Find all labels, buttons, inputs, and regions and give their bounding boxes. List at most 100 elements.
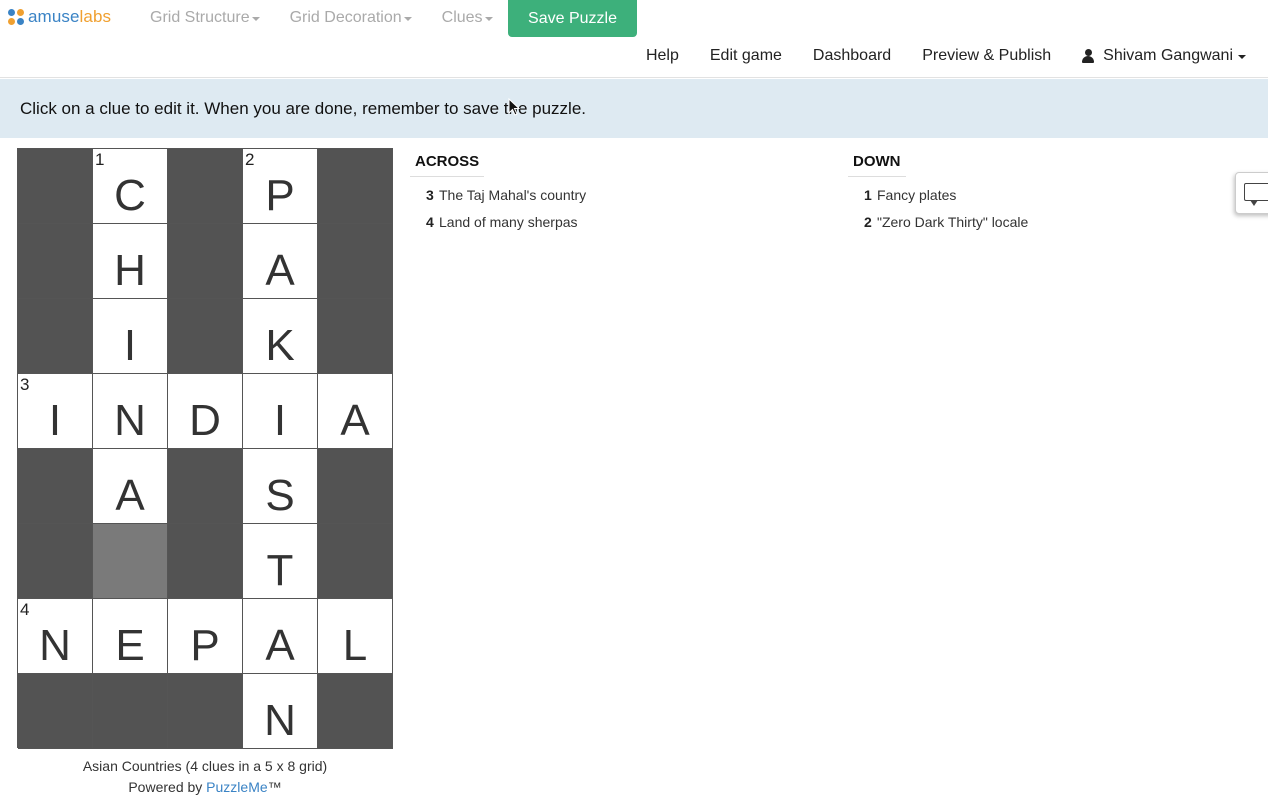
cell-letter: N bbox=[39, 621, 71, 670]
black-square[interactable] bbox=[318, 149, 393, 224]
black-square[interactable] bbox=[168, 674, 243, 749]
cell-letter: P bbox=[190, 621, 220, 670]
cell-letter: T bbox=[266, 546, 294, 595]
grid-cell[interactable]: I bbox=[243, 374, 318, 449]
black-square[interactable] bbox=[18, 449, 93, 524]
user-menu[interactable]: Shivam Gangwani bbox=[1082, 47, 1246, 65]
grid-caption: Asian Countries (4 clues in a 5 x 8 grid… bbox=[17, 756, 393, 798]
top-bar: amuselabs Grid Structure Grid Decoration… bbox=[0, 0, 1268, 78]
user-name: Shivam Gangwani bbox=[1103, 47, 1233, 64]
dashboard-link[interactable]: Dashboard bbox=[813, 47, 891, 65]
clues-dropdown[interactable]: Clues bbox=[442, 9, 493, 27]
preview-publish-link[interactable]: Preview & Publish bbox=[922, 47, 1051, 65]
clue-text: Land of many sherpas bbox=[439, 214, 578, 230]
clue-number: 1 bbox=[864, 187, 872, 203]
black-square[interactable] bbox=[318, 299, 393, 374]
grid-cell[interactable]: 1C bbox=[93, 149, 168, 224]
across-clues-panel: ACROSS 3 The Taj Mahal's country 4 Land of… bbox=[410, 148, 830, 241]
grid-cell[interactable]: P bbox=[168, 599, 243, 674]
cell-letter: A bbox=[265, 246, 295, 295]
cell-letter: H bbox=[114, 246, 146, 295]
clue-item[interactable]: 3 The Taj Mahal's country bbox=[410, 187, 830, 214]
cell-number: 2 bbox=[245, 150, 255, 169]
grid-cell[interactable]: A bbox=[93, 449, 168, 524]
black-square[interactable] bbox=[18, 674, 93, 749]
down-clue-list: 1 Fancy plates 2 "Zero Dark Thirty" locale bbox=[848, 187, 1228, 241]
cell-letter: A bbox=[265, 621, 295, 670]
grid-cell[interactable]: L bbox=[318, 599, 393, 674]
cell-letter: C bbox=[114, 171, 146, 220]
cell-letter: E bbox=[115, 621, 145, 670]
chevron-down-icon bbox=[251, 17, 260, 21]
clue-number: 3 bbox=[426, 187, 434, 203]
black-square[interactable] bbox=[168, 449, 243, 524]
black-square[interactable] bbox=[168, 524, 243, 599]
feedback-tab[interactable] bbox=[1235, 172, 1268, 214]
grid-cell[interactable]: S bbox=[243, 449, 318, 524]
right-nav: Help Edit game Dashboard Preview & Publi… bbox=[646, 44, 1268, 68]
cell-letter: I bbox=[273, 396, 287, 445]
logo-mark-icon bbox=[8, 8, 25, 26]
black-square[interactable] bbox=[18, 224, 93, 299]
black-square[interactable] bbox=[318, 524, 393, 599]
grid-cell[interactable]: D bbox=[168, 374, 243, 449]
cell-letter: I bbox=[48, 396, 62, 445]
cell-number: 1 bbox=[95, 150, 105, 169]
down-clues-panel: DOWN 1 Fancy plates 2 "Zero Dark Thirty" l… bbox=[848, 148, 1228, 241]
save-puzzle-button[interactable]: Save Puzzle bbox=[508, 0, 637, 37]
top-menu: Grid Structure Grid Decoration Clues bbox=[150, 0, 523, 36]
amuselabs-logo[interactable]: amuselabs bbox=[8, 6, 111, 28]
grid-cell[interactable]: 3I bbox=[18, 374, 93, 449]
cell-letter: S bbox=[265, 471, 295, 520]
grid-cell[interactable]: A bbox=[318, 374, 393, 449]
user-icon bbox=[1082, 49, 1095, 63]
crossword-grid: 1C2PHAIK3INDIAAST4NEPALN bbox=[17, 148, 393, 749]
black-square[interactable] bbox=[318, 224, 393, 299]
grid-cell[interactable]: K bbox=[243, 299, 318, 374]
grid-cell[interactable]: N bbox=[93, 374, 168, 449]
edit-game-link[interactable]: Edit game bbox=[710, 47, 782, 65]
grid-cell[interactable]: E bbox=[93, 599, 168, 674]
puzzleme-link[interactable]: PuzzleMe bbox=[206, 779, 267, 795]
mouse-pointer-icon bbox=[508, 98, 520, 116]
black-square[interactable] bbox=[168, 224, 243, 299]
grid-cell[interactable]: A bbox=[243, 224, 318, 299]
cell-letter: A bbox=[340, 396, 370, 445]
chat-bubble-icon bbox=[1244, 183, 1268, 201]
black-square[interactable] bbox=[93, 674, 168, 749]
black-square[interactable] bbox=[18, 299, 93, 374]
clue-text: Fancy plates bbox=[877, 187, 957, 203]
clue-number: 2 bbox=[864, 214, 872, 230]
grid-cell[interactable]: 4N bbox=[18, 599, 93, 674]
black-square[interactable] bbox=[18, 149, 93, 224]
black-square[interactable] bbox=[318, 449, 393, 524]
cell-letter: N bbox=[114, 396, 146, 445]
banner-text: Click on a clue to edit it. When you are… bbox=[20, 98, 587, 118]
black-square[interactable] bbox=[168, 149, 243, 224]
clue-text: The Taj Mahal's country bbox=[439, 187, 587, 203]
info-banner: Click on a clue to edit it. When you are… bbox=[0, 79, 1268, 138]
selected-square[interactable] bbox=[93, 524, 168, 599]
clue-item[interactable]: 4 Land of many sherpas bbox=[410, 214, 830, 241]
black-square[interactable] bbox=[18, 524, 93, 599]
cell-letter: K bbox=[265, 321, 295, 370]
across-heading: ACROSS bbox=[410, 148, 485, 177]
logo-text: amuselabs bbox=[28, 7, 112, 26]
grid-cell[interactable]: I bbox=[93, 299, 168, 374]
black-square[interactable] bbox=[168, 299, 243, 374]
grid-cell[interactable]: 2P bbox=[243, 149, 318, 224]
grid-decoration-dropdown[interactable]: Grid Decoration bbox=[290, 9, 412, 27]
cell-letter: N bbox=[264, 696, 296, 745]
grid-cell[interactable]: N bbox=[243, 674, 318, 749]
clue-item[interactable]: 1 Fancy plates bbox=[848, 187, 1228, 214]
help-link[interactable]: Help bbox=[646, 47, 679, 65]
grid-cell[interactable]: T bbox=[243, 524, 318, 599]
across-clue-list: 3 The Taj Mahal's country 4 Land of many s… bbox=[410, 187, 830, 241]
grid-cell[interactable]: H bbox=[93, 224, 168, 299]
powered-by: Powered by PuzzleMe™ bbox=[128, 779, 282, 795]
grid-cell[interactable]: A bbox=[243, 599, 318, 674]
clue-text: "Zero Dark Thirty" locale bbox=[877, 214, 1029, 230]
clue-item[interactable]: 2 "Zero Dark Thirty" locale bbox=[848, 214, 1228, 241]
black-square[interactable] bbox=[318, 674, 393, 749]
grid-structure-dropdown[interactable]: Grid Structure bbox=[150, 9, 260, 27]
